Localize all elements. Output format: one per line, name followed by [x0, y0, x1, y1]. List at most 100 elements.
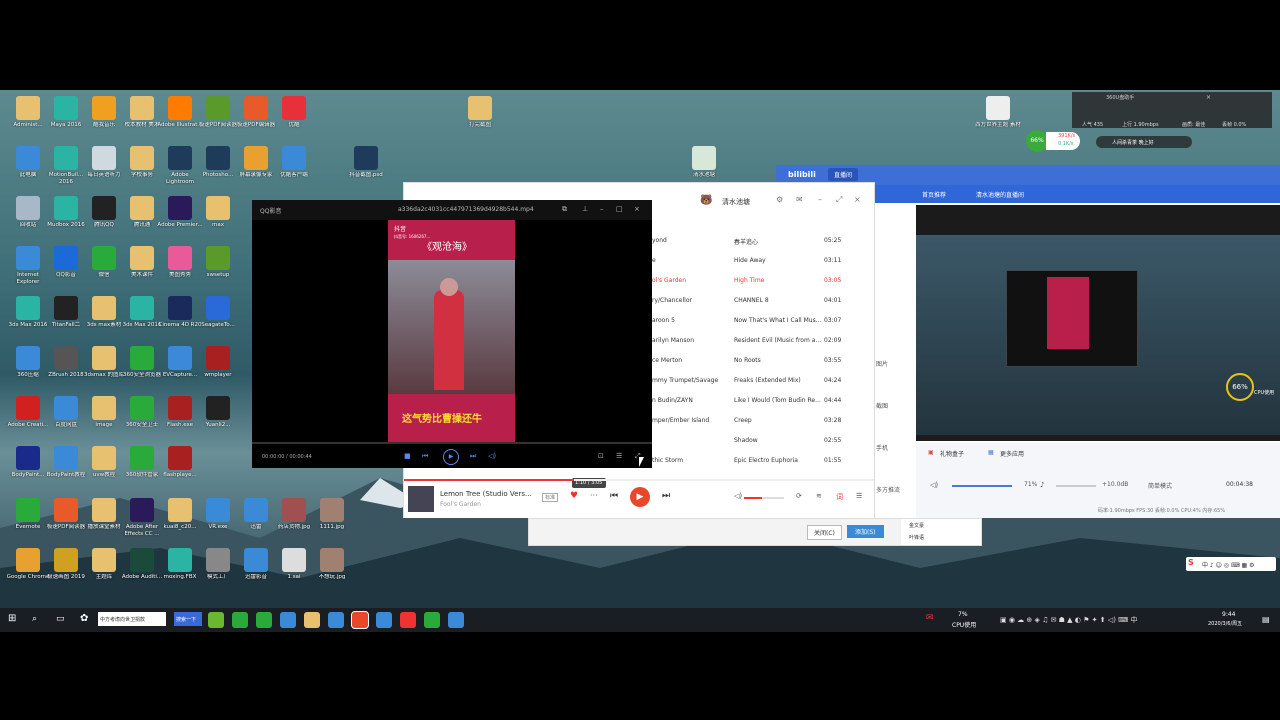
- desktop-icon[interactable]: 1111.jpg: [309, 498, 355, 538]
- song-row[interactable]: thic Storm Epic Electro Euphoria 01:55: [652, 451, 852, 471]
- live-room-badge[interactable]: 直播间: [828, 168, 859, 181]
- song-row[interactable]: arilyn Manson Resident Evil (Music from a…: [652, 331, 852, 351]
- video-frame[interactable]: 抖音 抖音号: 1606267... 《观沧海》 这气势比曹操还牛: [388, 220, 515, 443]
- music-volume[interactable]: [744, 497, 784, 499]
- desktop-icon[interactable]: wmplayer: [195, 346, 241, 386]
- play-button[interactable]: ▶: [630, 487, 650, 507]
- song-row[interactable]: mmy Trumpet/Savage Freaks (Extended Mix) 0…: [652, 371, 852, 391]
- desktop-icon[interactable]: 打完截图: [457, 96, 503, 136]
- ime-toolbar[interactable]: S 中 ♪ ☺ ◎ ⌨ ▦ ⚙: [1186, 557, 1276, 571]
- app-name[interactable]: QQ影音: [260, 206, 281, 215]
- prev-icon[interactable]: ⏮: [610, 491, 618, 501]
- desktop-icon[interactable]: Yuanli2...: [195, 396, 241, 436]
- taskbar-app-icon[interactable]: [400, 612, 416, 628]
- song-row[interactable]: ry/Chancellor CHANNEL 8 04:01: [652, 291, 852, 311]
- taskbar-app-icon[interactable]: [424, 612, 440, 628]
- desktop-icon[interactable]: max: [195, 196, 241, 236]
- lyrics-icon[interactable]: 词: [836, 492, 843, 502]
- taskbar-app-icon[interactable]: [376, 612, 392, 628]
- desktop-icon[interactable]: 抖音截图.psd: [343, 146, 389, 186]
- baidu-icon[interactable]: ✿: [80, 613, 88, 624]
- confirm-button[interactable]: 添加(S): [847, 525, 884, 538]
- windows-start-icon[interactable]: ⊞: [8, 613, 16, 624]
- volume-icon[interactable]: ◁): [488, 452, 496, 460]
- maximize-icon[interactable]: □: [616, 205, 623, 213]
- song-progress[interactable]: [404, 479, 874, 481]
- news-search-input[interactable]: 中方考虑向世卫捐款: [98, 612, 166, 626]
- more-apps-button[interactable]: 更多应用: [1000, 449, 1024, 458]
- screenshot-icon[interactable]: ⧉: [562, 205, 567, 214]
- video-progress[interactable]: [252, 442, 652, 444]
- screenshot-button[interactable]: ⊡: [598, 452, 604, 460]
- taskbar-app-icon[interactable]: [328, 612, 344, 628]
- volume-icon[interactable]: ◁): [734, 492, 742, 500]
- desktop-icon[interactable]: 清水池塘: [681, 146, 727, 186]
- desktop-icon[interactable]: 优酷客户端: [271, 146, 317, 186]
- song-row[interactable]: aroon 5 Now That's What I Call Mus... 03:0…: [652, 311, 852, 331]
- more-icon[interactable]: ···: [590, 491, 598, 500]
- search-button[interactable]: 搜索一下: [174, 612, 202, 626]
- song-row[interactable]: ce Merton No Roots 03:55: [652, 351, 852, 371]
- desktop-icon[interactable]: 优酷: [271, 96, 317, 136]
- user-1[interactable]: 金文豪: [909, 522, 924, 529]
- desktop-icon[interactable]: swsetup: [195, 246, 241, 286]
- desktop-icon[interactable]: 西方世界主题 素材: [975, 96, 1021, 136]
- close-button[interactable]: 关闭(C): [807, 525, 842, 540]
- album-cover[interactable]: [408, 486, 434, 512]
- play-button[interactable]: ▶: [443, 449, 459, 465]
- song-row[interactable]: n Budin/ZAYN Like I Would (Tom Budin Re..…: [652, 391, 852, 411]
- taskbar-app-icon[interactable]: [280, 612, 296, 628]
- prev-icon[interactable]: ⏮: [422, 452, 428, 461]
- volume-slider[interactable]: [952, 485, 1012, 487]
- taskbar-app-icon[interactable]: [232, 612, 248, 628]
- mic-slider[interactable]: [1056, 485, 1096, 487]
- notification-icon[interactable]: ▤: [1262, 615, 1270, 624]
- maximize-icon[interactable]: ⤢: [836, 195, 842, 205]
- taskbar-app-icon[interactable]: [448, 612, 464, 628]
- taskbar-app-icon[interactable]: [256, 612, 272, 628]
- song-row[interactable]: ol's Garden High Time 03:05: [652, 271, 852, 291]
- pin-icon[interactable]: ⊥: [582, 205, 588, 213]
- next-icon[interactable]: ⏭: [662, 491, 670, 501]
- desktop-icon[interactable]: 不想玩.jpg: [309, 548, 355, 588]
- song-row[interactable]: e Hide Away 03:11: [652, 251, 852, 271]
- desktop-icon[interactable]: flashplaye...: [157, 446, 203, 486]
- playlist-icon[interactable]: ☰: [616, 452, 622, 460]
- task-view-icon[interactable]: ▭: [56, 614, 65, 624]
- tab-room[interactable]: 清水池塘的直播间: [976, 190, 1024, 199]
- user-2[interactable]: 叶锋语: [909, 534, 924, 541]
- eq-icon[interactable]: ≋: [816, 492, 822, 500]
- beauty-toggle[interactable]: 简单模式: [1148, 481, 1172, 490]
- live-side-tool[interactable]: 图片: [876, 359, 888, 368]
- loop-icon[interactable]: ⟳: [796, 492, 802, 500]
- quality-badge[interactable]: 标准: [542, 493, 559, 502]
- live-side-tool[interactable]: 截图: [876, 401, 888, 410]
- tab-home[interactable]: 首页推荐: [922, 190, 946, 199]
- avatar[interactable]: 🐻: [700, 195, 712, 206]
- now-playing-title[interactable]: Lemon Tree (Studio Vers...: [440, 490, 532, 498]
- close-icon[interactable]: ×: [1206, 94, 1211, 101]
- heart-icon[interactable]: ♥: [570, 491, 578, 501]
- tray-app-icon[interactable]: ✉: [926, 613, 934, 623]
- playlist-icon[interactable]: ☰: [856, 492, 862, 500]
- taskbar-app-icon[interactable]: [208, 612, 224, 628]
- tray-icons[interactable]: ▣ ◉ ☁ ⊕ ◈ ♫ ✉ ☗ ▲ ◐ ⚑ ✦ ⬆ ◁) ⌨ 中: [1000, 615, 1137, 625]
- close-icon[interactable]: ×: [854, 195, 861, 204]
- taskbar-app-icon[interactable]: [304, 612, 320, 628]
- mail-icon[interactable]: ✉: [796, 195, 803, 204]
- taskbar-app-icon[interactable]: [351, 611, 369, 629]
- live-side-tool[interactable]: 多方推流: [876, 485, 900, 494]
- minimize-icon[interactable]: –: [600, 205, 604, 213]
- now-playing-artist[interactable]: Fool's Garden: [440, 501, 481, 508]
- close-icon[interactable]: ×: [634, 205, 640, 213]
- song-row[interactable]: yond 春羊追心 05:25: [652, 231, 852, 251]
- minimize-icon[interactable]: –: [818, 195, 822, 204]
- song-row[interactable]: Shadow 02:55: [652, 431, 852, 451]
- gift-button[interactable]: 礼物盒子: [940, 449, 964, 458]
- search-icon[interactable]: ⌕: [32, 614, 37, 624]
- stop-icon[interactable]: ■: [404, 452, 411, 460]
- settings-icon[interactable]: ⚙: [776, 195, 783, 204]
- next-icon[interactable]: ⏭: [470, 452, 476, 461]
- live-side-tool[interactable]: 手机: [876, 443, 888, 452]
- song-row[interactable]: mper/Ember Island Creep 03:28: [652, 411, 852, 431]
